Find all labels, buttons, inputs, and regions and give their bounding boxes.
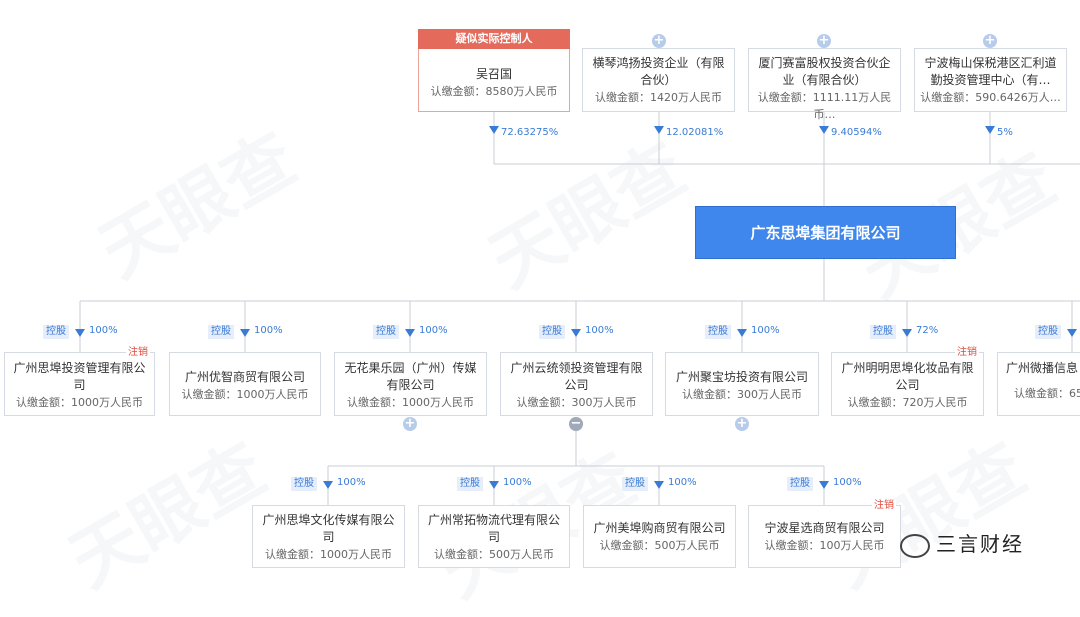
share-percent: 100% bbox=[337, 477, 366, 488]
share-percent: 100% bbox=[585, 325, 614, 336]
company-name: 广州云统领投资管理有限公司 bbox=[510, 361, 643, 392]
arrow-down-icon bbox=[1067, 329, 1077, 337]
shareholder-amount: 认缴金额：1420万人民币 bbox=[595, 91, 722, 104]
company-amount: 认缴金额：300万人民币 bbox=[516, 396, 637, 409]
company-amount: 认缴金额：500万人民币 bbox=[599, 539, 720, 552]
arrow-down-icon bbox=[323, 481, 333, 489]
subsidiary-box[interactable]: 广州优智商贸有限公司 认缴金额：1000万人民币 bbox=[169, 352, 321, 416]
share-percent: 100% bbox=[833, 477, 862, 488]
collapse-minus-icon[interactable]: − bbox=[569, 417, 583, 431]
arrow-down-icon bbox=[75, 329, 85, 337]
shareholder-box[interactable]: 横琴鸿扬投资企业（有限合伙） 认缴金额：1420万人民币 bbox=[582, 48, 735, 112]
arrow-down-icon bbox=[240, 329, 250, 337]
company-amount: 认缴金额：500万人民币 bbox=[434, 548, 554, 561]
control-label: 控股 bbox=[1035, 325, 1061, 339]
company-amount: 认缴金额：300万人民币 bbox=[682, 388, 802, 401]
shareholder-name: 宁波梅山保税港区汇利道勤投资管理中心（有… bbox=[924, 56, 1057, 87]
arrow-down-icon bbox=[654, 126, 664, 134]
control-label: 控股 bbox=[291, 477, 317, 491]
company-amount: 认缴金额：65 bbox=[1014, 387, 1080, 400]
control-label: 控股 bbox=[373, 325, 399, 339]
sub-subsidiary-box[interactable]: 广州常拓物流代理有限公司 认缴金额：500万人民币 bbox=[418, 505, 570, 568]
share-percent: 9.40594% bbox=[831, 127, 882, 138]
share-percent: 100% bbox=[503, 477, 532, 488]
subsidiary-box[interactable]: 广州微播信息 认缴金额：65 bbox=[997, 352, 1080, 416]
expand-plus-icon[interactable]: + bbox=[817, 34, 831, 48]
company-name: 广州美埠购商贸有限公司 bbox=[593, 521, 726, 535]
subsidiary-box[interactable]: 无花果乐园（广州）传媒有限公司 认缴金额：1000万人民币 bbox=[334, 352, 487, 416]
shareholder-amount: 认缴金额：8580万人民币 bbox=[430, 85, 558, 98]
company-name: 广州明明思埠化妆品有限公司 bbox=[841, 361, 974, 392]
expand-plus-icon[interactable]: + bbox=[735, 417, 749, 431]
cancelled-badge: 注销 bbox=[126, 347, 150, 359]
subsidiary-box[interactable]: 广州云统领投资管理有限公司 认缴金额：300万人民币 bbox=[500, 352, 653, 416]
arrow-down-icon bbox=[737, 329, 747, 337]
sub-subsidiary-box[interactable]: 注销 宁波星选商贸有限公司 认缴金额：100万人民币 bbox=[748, 500, 901, 568]
company-name: 广州思埠文化传媒有限公司 bbox=[262, 513, 395, 544]
company-amount: 认缴金额：720万人民币 bbox=[847, 396, 968, 409]
arrow-down-icon bbox=[819, 481, 829, 489]
share-percent: 12.02081% bbox=[666, 127, 724, 138]
expand-plus-icon[interactable]: + bbox=[652, 34, 666, 48]
control-label: 控股 bbox=[539, 325, 565, 339]
share-percent: 72.63275% bbox=[501, 127, 559, 138]
expand-plus-icon[interactable]: + bbox=[403, 417, 417, 431]
company-name: 广州聚宝坊投资有限公司 bbox=[675, 370, 808, 384]
control-label: 控股 bbox=[870, 325, 896, 339]
arrow-down-icon bbox=[902, 329, 912, 337]
control-label: 控股 bbox=[705, 325, 731, 339]
shareholder-amount: 认缴金额：1111.11万人民币… bbox=[757, 91, 892, 121]
sub-subsidiary-box[interactable]: 广州思埠文化传媒有限公司 认缴金额：1000万人民币 bbox=[252, 505, 405, 568]
shareholder-box[interactable]: 疑似实际控制人 吴召国 认缴金额：8580万人民币 bbox=[418, 29, 570, 112]
arrow-down-icon bbox=[654, 481, 664, 489]
arrow-down-icon bbox=[819, 126, 829, 134]
controller-tag: 疑似实际控制人 bbox=[418, 29, 570, 49]
company-name: 广州思埠投资管理有限公司 bbox=[13, 361, 146, 392]
control-label: 控股 bbox=[457, 477, 483, 491]
arrow-down-icon bbox=[489, 481, 499, 489]
control-label: 控股 bbox=[622, 477, 648, 491]
company-amount: 认缴金额：1000万人民币 bbox=[181, 388, 309, 401]
center-company[interactable]: 广东思埠集团有限公司 bbox=[695, 206, 956, 259]
company-amount: 认缴金额：100万人民币 bbox=[764, 539, 885, 552]
company-name: 广州常拓物流代理有限公司 bbox=[427, 513, 560, 544]
share-percent: 72% bbox=[916, 325, 939, 336]
share-percent: 100% bbox=[668, 477, 697, 488]
arrow-down-icon bbox=[571, 329, 581, 337]
shareholder-amount: 认缴金额：590.6426万人… bbox=[920, 91, 1061, 104]
subsidiary-box[interactable]: 注销 广州明明思埠化妆品有限公司 认缴金额：720万人民币 bbox=[831, 347, 984, 416]
shareholder-name: 吴召国 bbox=[475, 67, 512, 81]
share-percent: 5% bbox=[997, 127, 1013, 138]
company-name: 广州微播信息 bbox=[1006, 361, 1079, 375]
share-percent: 100% bbox=[751, 325, 780, 336]
company-name: 广州优智商贸有限公司 bbox=[184, 370, 305, 384]
shareholder-box[interactable]: 厦门赛富股权投资合伙企业（有限合伙） 认缴金额：1111.11万人民币… bbox=[748, 48, 901, 121]
subsidiary-box[interactable]: 注销 广州思埠投资管理有限公司 认缴金额：1000万人民币 bbox=[4, 347, 155, 416]
arrow-down-icon bbox=[405, 329, 415, 337]
share-percent: 100% bbox=[254, 325, 283, 336]
arrow-down-icon bbox=[985, 126, 995, 134]
shareholder-box[interactable]: 宁波梅山保税港区汇利道勤投资管理中心（有… 认缴金额：590.6426万人… bbox=[914, 48, 1067, 112]
shareholder-name: 横琴鸿扬投资企业（有限合伙） bbox=[592, 56, 725, 87]
arrow-down-icon bbox=[489, 126, 499, 134]
wechat-icon bbox=[900, 533, 930, 558]
control-label: 控股 bbox=[787, 477, 813, 491]
control-label: 控股 bbox=[43, 325, 69, 339]
brand-logo: 三言财经 bbox=[900, 528, 1024, 558]
company-amount: 认缴金额：1000万人民币 bbox=[16, 396, 143, 409]
share-percent: 100% bbox=[419, 325, 448, 336]
company-name: 宁波星选商贸有限公司 bbox=[764, 521, 885, 535]
company-amount: 认缴金额：1000万人民币 bbox=[347, 396, 474, 409]
shareholder-name: 厦门赛富股权投资合伙企业（有限合伙） bbox=[758, 56, 891, 87]
cancelled-badge: 注销 bbox=[872, 500, 896, 512]
brand-text: 三言财经 bbox=[936, 532, 1024, 556]
expand-plus-icon[interactable]: + bbox=[983, 34, 997, 48]
cancelled-badge: 注销 bbox=[955, 347, 979, 359]
sub-subsidiary-box[interactable]: 广州美埠购商贸有限公司 认缴金额：500万人民币 bbox=[583, 505, 736, 568]
control-label: 控股 bbox=[208, 325, 234, 339]
subsidiary-box[interactable]: 广州聚宝坊投资有限公司 认缴金额：300万人民币 bbox=[665, 352, 819, 416]
company-amount: 认缴金额：1000万人民币 bbox=[265, 548, 392, 561]
share-percent: 100% bbox=[89, 325, 118, 336]
company-name: 无花果乐园（广州）传媒有限公司 bbox=[344, 361, 477, 392]
